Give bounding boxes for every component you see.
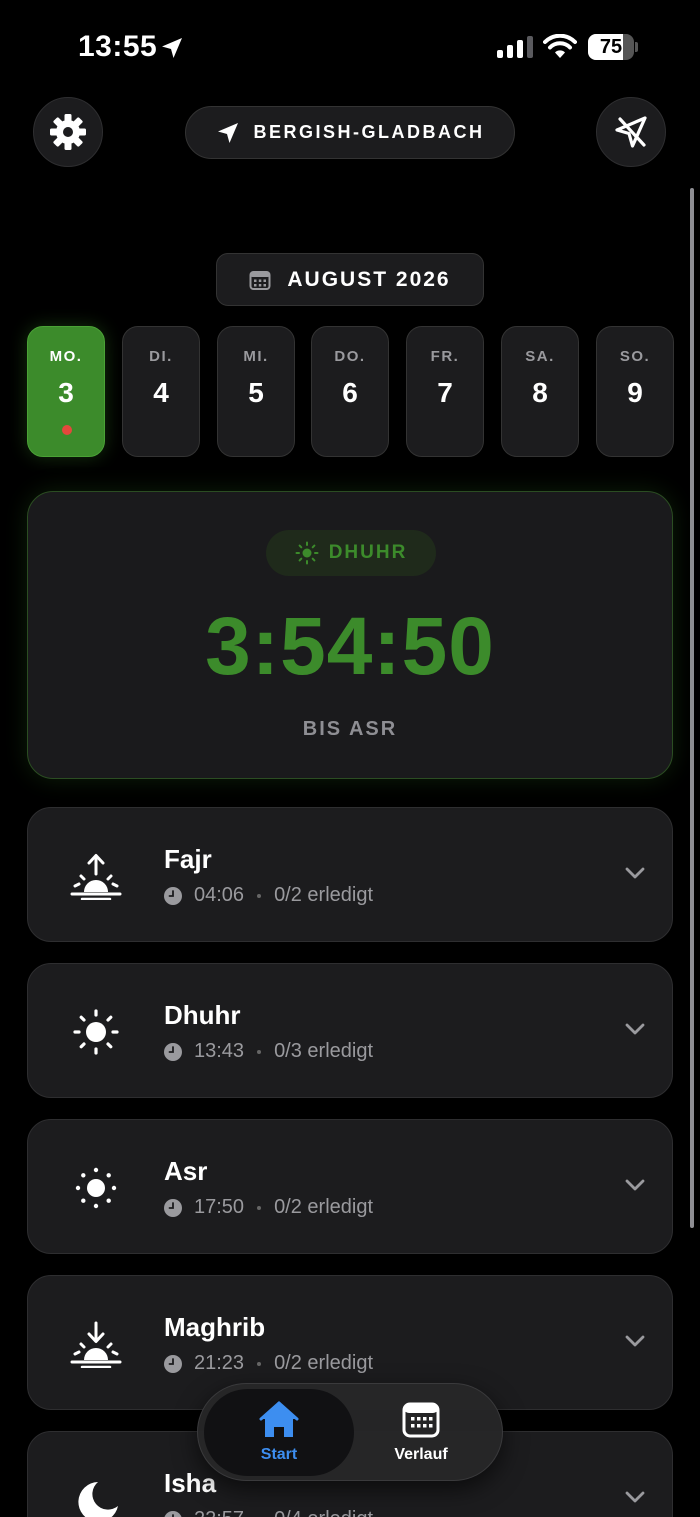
cellular-signal-icon bbox=[497, 36, 533, 58]
home-icon bbox=[259, 1401, 299, 1437]
scrollbar[interactable] bbox=[690, 188, 694, 1228]
day-tuesday[interactable]: DI. 4 bbox=[122, 326, 200, 457]
prayer-meta: 13:43 0/3 erledigt bbox=[164, 1040, 373, 1063]
prayer-name: Fajr bbox=[164, 844, 212, 874]
location-arrow-icon bbox=[162, 38, 182, 58]
clock-icon bbox=[164, 1510, 182, 1517]
battery-percentage: 75 bbox=[599, 36, 623, 58]
status-time: 13:55 bbox=[78, 30, 158, 63]
location-name: BERGISH-GLADBACH bbox=[253, 122, 485, 142]
prayer-meta: 04:06 0/2 erledigt bbox=[164, 884, 373, 907]
prayer-progress: 0/2 erledigt bbox=[274, 1196, 374, 1218]
prayer-row-asr[interactable]: Asr 17:50 0/2 erledigt bbox=[27, 1119, 673, 1254]
chevron-down-icon bbox=[625, 867, 645, 879]
wifi-icon bbox=[543, 34, 577, 58]
day-thursday[interactable]: DO. 6 bbox=[311, 326, 389, 457]
day-monday[interactable]: MO. 3 bbox=[27, 326, 105, 457]
clock-icon bbox=[164, 1354, 182, 1373]
clock-icon bbox=[164, 1042, 182, 1061]
prayer-progress: 0/4 erledigt bbox=[274, 1508, 373, 1517]
day-wednesday[interactable]: MI. 5 bbox=[217, 326, 295, 457]
sunrise-icon bbox=[70, 854, 122, 900]
tab-start[interactable]: Start bbox=[204, 1389, 354, 1476]
current-prayer-name: DHUHR bbox=[328, 542, 408, 563]
prayer-time: 22:57 bbox=[194, 1508, 244, 1517]
location-off-button[interactable] bbox=[596, 97, 666, 167]
sunset-icon bbox=[70, 1321, 122, 1368]
calendar-icon bbox=[402, 1402, 440, 1438]
prayer-name: Asr bbox=[164, 1156, 208, 1186]
month-label: AUGUST 2026 bbox=[287, 267, 451, 291]
status-bar: 13:55 75 bbox=[0, 0, 700, 95]
prayer-time: 04:06 bbox=[194, 884, 245, 906]
sun-small-icon bbox=[75, 1167, 117, 1209]
settings-button[interactable] bbox=[33, 97, 103, 167]
next-prayer-label: BIS ASR bbox=[302, 718, 398, 740]
tab-start-label: Start bbox=[260, 1446, 298, 1463]
prayer-name: Maghrib bbox=[164, 1312, 266, 1342]
sun-icon bbox=[295, 541, 319, 565]
prayer-name: Isha bbox=[164, 1468, 217, 1498]
current-prayer-badge: DHUHR bbox=[266, 530, 436, 576]
prayer-meta: 17:50 0/2 erledigt bbox=[164, 1196, 373, 1219]
location-slash-icon bbox=[615, 116, 647, 148]
prayer-progress: 0/3 erledigt bbox=[274, 1040, 374, 1062]
prayer-meta: 22:57 0/4 erledigt bbox=[164, 1508, 373, 1517]
tab-verlauf[interactable]: Verlauf bbox=[346, 1389, 496, 1476]
location-arrow-icon bbox=[217, 122, 238, 143]
sun-icon bbox=[73, 1009, 119, 1055]
location-selector[interactable]: BERGISH-GLADBACH bbox=[185, 106, 515, 159]
prayer-row-dhuhr[interactable]: Dhuhr 13:43 0/3 erledigt bbox=[27, 963, 673, 1098]
gear-icon bbox=[50, 114, 86, 150]
chevron-down-icon bbox=[625, 1335, 645, 1347]
moon-icon bbox=[78, 1482, 118, 1517]
chevron-down-icon bbox=[625, 1491, 645, 1503]
battery-indicator: 75 bbox=[588, 34, 638, 60]
prayer-time: 21:23 bbox=[194, 1352, 245, 1374]
calendar-icon bbox=[249, 270, 271, 290]
chevron-down-icon bbox=[625, 1179, 645, 1191]
clock-icon bbox=[164, 886, 182, 905]
day-friday[interactable]: FR. 7 bbox=[406, 326, 484, 457]
prayer-progress: 0/2 erledigt bbox=[274, 1352, 374, 1374]
prayer-row-fajr[interactable]: Fajr 04:06 0/2 erledigt bbox=[27, 807, 673, 942]
month-selector[interactable]: AUGUST 2026 bbox=[216, 253, 484, 306]
clock-icon bbox=[164, 1198, 182, 1217]
countdown-card: DHUHR 3:54:50 BIS ASR bbox=[27, 491, 673, 779]
countdown-timer: 3:54:50 bbox=[205, 601, 495, 692]
tab-verlauf-label: Verlauf bbox=[394, 1446, 448, 1463]
today-indicator-dot bbox=[62, 425, 72, 435]
prayer-name: Dhuhr bbox=[164, 1000, 241, 1030]
prayer-progress: 0/2 erledigt bbox=[274, 884, 374, 906]
prayer-time: 13:43 bbox=[194, 1040, 245, 1062]
day-sunday[interactable]: SO. 9 bbox=[596, 326, 674, 457]
prayer-time: 17:50 bbox=[194, 1196, 245, 1218]
tab-bar: Start Verlauf bbox=[197, 1383, 503, 1481]
chevron-down-icon bbox=[625, 1023, 645, 1035]
day-saturday[interactable]: SA. 8 bbox=[501, 326, 579, 457]
prayer-meta: 21:23 0/2 erledigt bbox=[164, 1352, 373, 1375]
